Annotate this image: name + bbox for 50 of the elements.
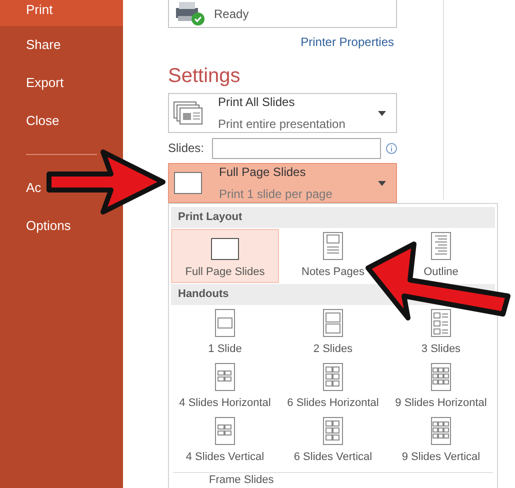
slide-layout-icon (174, 172, 202, 194)
page-layout-icon (322, 417, 343, 445)
range-title: Print All Slides (218, 94, 296, 111)
info-icon (386, 142, 397, 154)
layout-option[interactable]: Notes Pages (302, 232, 364, 283)
section-header: Print Layout (178, 210, 242, 226)
layout-option[interactable]: 9 Slides Horizontal (395, 363, 487, 414)
layout-subtitle: Print 1 slide per page (219, 186, 334, 203)
layout-option[interactable]: 2 Slides (313, 309, 353, 360)
page-layout-icon (322, 309, 343, 337)
layout-option[interactable]: 4 Slides Vertical (186, 417, 264, 468)
layout-option[interactable]: Full Page Slides (171, 229, 279, 283)
sidebar-item[interactable]: Close (26, 102, 60, 140)
printer-properties-link[interactable]: Printer Properties (300, 33, 394, 51)
page-layout-icon (323, 363, 343, 391)
sidebar-item[interactable]: Share (26, 26, 61, 64)
page-layout-icon (430, 417, 451, 445)
slides-input-field[interactable] (212, 138, 381, 158)
section-header: Handouts (178, 287, 229, 302)
menu-option[interactable]: Frame Slides (209, 474, 274, 486)
printer-status: Ready (214, 6, 250, 22)
sidebar-item[interactable]: Options (26, 207, 71, 245)
print-range-dropdown[interactable]: Print All Slides Print entire presentation (168, 93, 397, 133)
slides-label: Slides: (168, 140, 206, 157)
page-layout-icon (430, 309, 451, 337)
layout-option[interactable]: 6 Slides Horizontal (287, 363, 379, 414)
sidebar-item[interactable]: Print (0, 0, 123, 26)
caret-icon (378, 180, 386, 186)
layout-option[interactable]: 9 Slides Vertical (402, 417, 480, 468)
layout-option[interactable]: 4 Slides Horizontal (179, 363, 271, 414)
printer-dropdown[interactable]: Ready (168, 0, 397, 28)
page-layout-icon (214, 309, 235, 337)
page-layout-icon (430, 232, 451, 260)
slide-layout-icon (211, 238, 239, 260)
layout-option[interactable]: Outline (424, 232, 458, 283)
settings-heading: Settings (168, 64, 242, 89)
page-layout-icon (322, 232, 343, 260)
layout-option[interactable]: 6 Slides Vertical (294, 417, 372, 468)
layout-option[interactable]: 1 Slide (208, 309, 242, 360)
page-layout-icon (431, 363, 451, 391)
layout-title: Full Page Slides (219, 164, 307, 181)
caret-icon (378, 110, 386, 116)
page-layout-icon (215, 363, 235, 391)
range-subtitle: Print entire presentation (218, 116, 346, 133)
page-layout-icon (214, 417, 235, 445)
layout-option[interactable]: 3 Slides (421, 309, 461, 360)
layout-dropdown[interactable]: Full Page Slides Print 1 slide per page (168, 163, 397, 203)
slides-stack-icon (173, 101, 203, 125)
sidebar-item[interactable]: Ac (26, 169, 42, 207)
sidebar-item[interactable]: Export (26, 64, 64, 102)
